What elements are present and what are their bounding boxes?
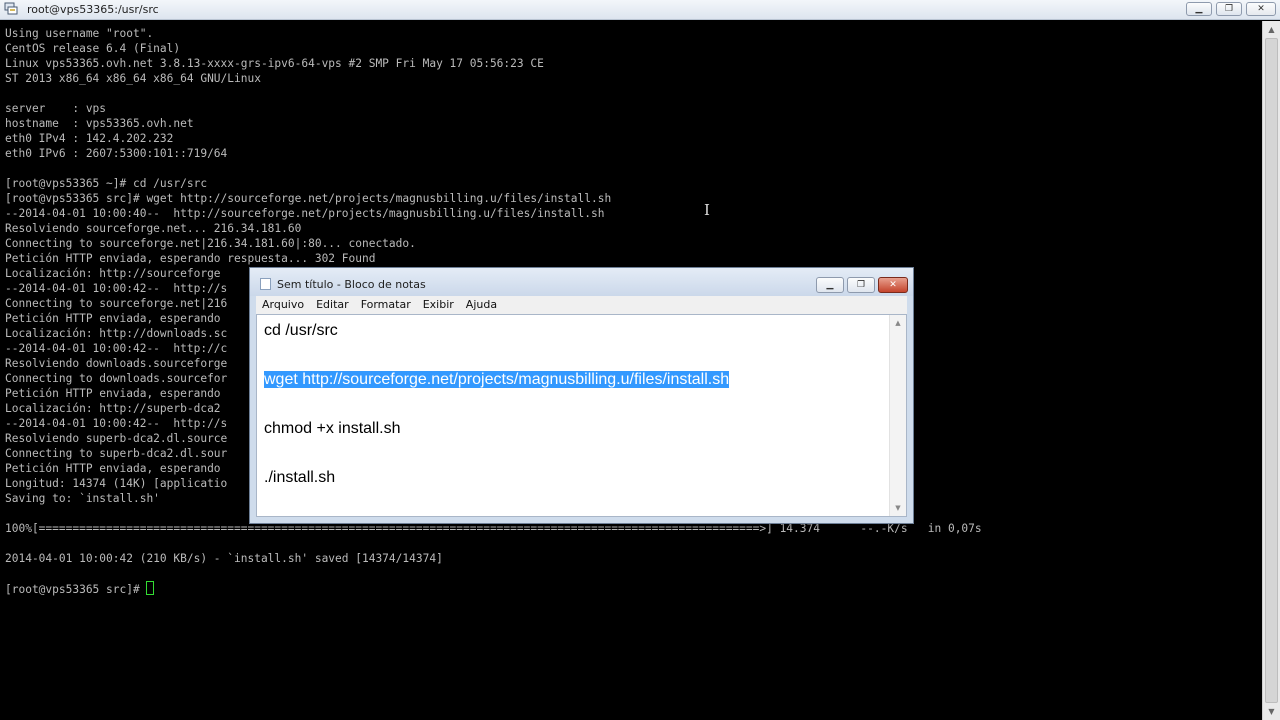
- notepad-line: chmod +x install.sh: [264, 417, 729, 442]
- terminal-scrollbar[interactable]: ▲ ▼: [1262, 21, 1280, 720]
- terminal-line: Petición HTTP enviada, esperando: [5, 387, 221, 400]
- terminal-line: eth0 IPv6 : 2607:5300:101::719/64: [5, 147, 228, 160]
- terminal-line: Using username "root".: [5, 27, 154, 40]
- terminal-line: Linux vps53365.ovh.net 3.8.13-xxxx-grs-i…: [5, 57, 544, 70]
- terminal-line: [root@vps53365 ~]# cd /usr/src: [5, 177, 208, 190]
- menu-editar[interactable]: Editar: [310, 296, 355, 314]
- selected-text: wget http://sourceforge.net/projects/mag…: [264, 371, 730, 388]
- notepad-minimize-button[interactable]: ▁: [816, 277, 844, 293]
- notepad-line: ./install.sh: [264, 466, 729, 491]
- terminal-line: Petición HTTP enviada, esperando: [5, 312, 221, 325]
- terminal-line: Saving to: `install.sh': [5, 492, 160, 505]
- menu-arquivo[interactable]: Arquivo: [256, 296, 310, 314]
- terminal-line: Localización: http://sourceforge: [5, 267, 221, 280]
- text-cursor-ibeam-icon: I: [704, 201, 710, 219]
- notepad-line: [264, 344, 729, 369]
- terminal-line: Connecting to sourceforge.net|216: [5, 297, 228, 310]
- notepad-maximize-button[interactable]: ❐: [847, 277, 875, 293]
- terminal-line: eth0 IPv4 : 142.4.202.232: [5, 132, 174, 145]
- scroll-up-icon[interactable]: ▲: [1263, 21, 1280, 38]
- putty-terminal-icon: [4, 2, 18, 15]
- notepad-line: cd /usr/src: [264, 319, 729, 344]
- putty-titlebar[interactable]: root@vps53365:/usr/src ▁ ❐ ✕: [0, 0, 1280, 20]
- terminal-line: Connecting to sourceforge.net|216.34.181…: [5, 237, 416, 250]
- terminal-line: Longitud: 14374 (14K) [applicatio: [5, 477, 228, 490]
- notepad-icon: [260, 278, 271, 290]
- terminal-line: Connecting to superb-dca2.dl.sour: [5, 447, 228, 460]
- terminal-line: --2014-04-01 10:00:40-- http://sourcefor…: [5, 207, 605, 220]
- notepad-line-text: ./install.sh: [264, 469, 336, 486]
- restore-button[interactable]: ❐: [1216, 2, 1242, 16]
- notepad-close-button[interactable]: ✕: [878, 277, 908, 293]
- terminal-line: Petición HTTP enviada, esperando respues…: [5, 252, 376, 265]
- terminal-line: server : vps: [5, 102, 107, 115]
- window-title: root@vps53365:/usr/src: [27, 3, 159, 16]
- terminal-line: Petición HTTP enviada, esperando: [5, 462, 221, 475]
- close-button[interactable]: ✕: [1246, 2, 1276, 16]
- terminal-line: CentOS release 6.4 (Final): [5, 42, 181, 55]
- terminal-line: --2014-04-01 10:00:42-- http://s: [5, 282, 228, 295]
- scroll-down-icon[interactable]: ▼: [1263, 703, 1280, 720]
- notepad-text-area[interactable]: cd /usr/src wget http://sourceforge.net/p…: [256, 314, 907, 517]
- scrollbar-thumb[interactable]: [1265, 38, 1278, 703]
- notepad-menubar: Arquivo Editar Formatar Exibir Ajuda: [256, 296, 907, 314]
- notepad-line-text: cd /usr/src: [264, 322, 338, 339]
- terminal-line: Localización: http://superb-dca2: [5, 402, 221, 415]
- terminal-line: Resolviendo sourceforge.net... 216.34.18…: [5, 222, 302, 235]
- menu-formatar[interactable]: Formatar: [355, 296, 417, 314]
- notepad-line: [264, 393, 729, 418]
- scroll-up-icon[interactable]: ▲: [890, 315, 906, 331]
- notepad-line-text: chmod +x install.sh: [264, 420, 401, 437]
- notepad-scrollbar[interactable]: ▲ ▼: [889, 315, 906, 516]
- terminal-cursor: [146, 581, 155, 595]
- terminal-line: --2014-04-01 10:00:42-- http://s: [5, 417, 228, 430]
- notepad-line: [264, 442, 729, 467]
- terminal-line: Resolviendo superb-dca2.dl.source: [5, 432, 228, 445]
- notepad-title: Sem título - Bloco de notas: [277, 278, 426, 291]
- terminal-line: Connecting to downloads.sourcefor: [5, 372, 228, 385]
- terminal-line: Resolviendo downloads.sourceforge: [5, 357, 228, 370]
- notepad-content: cd /usr/src wget http://sourceforge.net/p…: [264, 319, 730, 491]
- notepad-titlebar[interactable]: Sem título - Bloco de notas ▁ ❐ ✕: [250, 268, 913, 296]
- terminal-prompt: [root@vps53365 src]#: [5, 583, 147, 596]
- menu-exibir[interactable]: Exibir: [417, 296, 460, 314]
- terminal-line: [root@vps53365 src]# wget http://sourcef…: [5, 192, 612, 205]
- terminal-line: 2014-04-01 10:00:42 (210 KB/s) - `instal…: [5, 552, 443, 565]
- notepad-line: wget http://sourceforge.net/projects/mag…: [264, 368, 730, 393]
- notepad-window[interactable]: Sem título - Bloco de notas ▁ ❐ ✕ Arquiv…: [249, 267, 914, 524]
- minimize-button[interactable]: ▁: [1186, 2, 1212, 16]
- menu-ajuda[interactable]: Ajuda: [460, 296, 503, 314]
- terminal-line: hostname : vps53365.ovh.net: [5, 117, 194, 130]
- terminal-line: ST 2013 x86_64 x86_64 x86_64 GNU/Linux: [5, 72, 261, 85]
- scroll-down-icon[interactable]: ▼: [890, 500, 906, 516]
